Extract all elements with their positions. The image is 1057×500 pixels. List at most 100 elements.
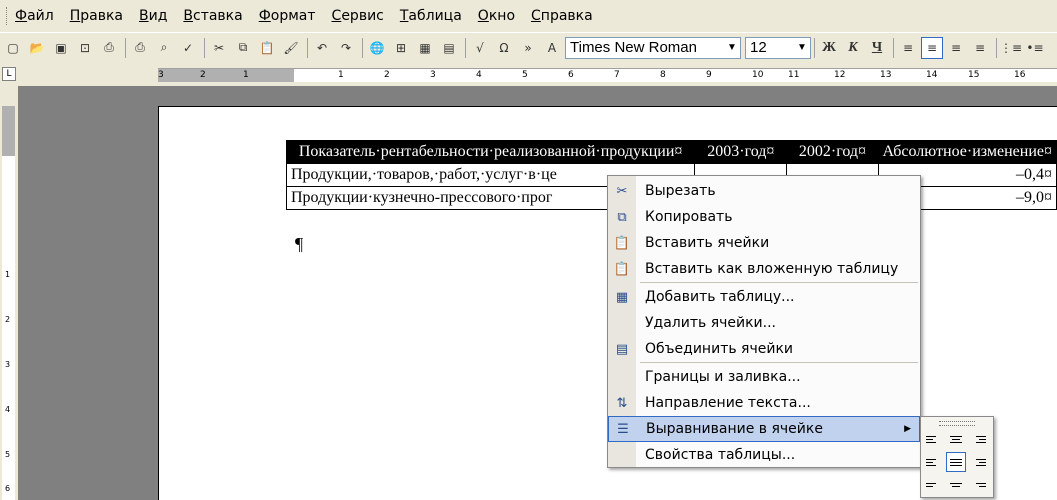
- menu-item-label: Направление текста...: [645, 395, 811, 411]
- numbering-icon[interactable]: ⋮≡: [1000, 37, 1022, 59]
- ruler-tick: 2: [200, 70, 206, 80]
- merge-cells-icon: ▤: [615, 341, 629, 357]
- toolbar-separator: [893, 37, 894, 58]
- table-header-cell[interactable]: 2002·год¤: [786, 140, 879, 164]
- ruler-tick: 16: [1014, 70, 1026, 80]
- cut-icon[interactable]: ✂: [208, 37, 230, 59]
- vruler-tick: 3: [5, 360, 11, 369]
- toolbar-separator: [362, 37, 363, 58]
- align-middle-center-icon[interactable]: [946, 452, 966, 472]
- vruler-tick: 4: [5, 405, 11, 414]
- toolbar-separator: [204, 37, 205, 58]
- new-document-icon[interactable]: ▢: [2, 37, 24, 59]
- align-top-right-icon[interactable]: [969, 429, 989, 449]
- open-folder-icon[interactable]: 📂: [26, 37, 48, 59]
- menu-edit[interactable]: Правка: [68, 6, 125, 26]
- bold-button[interactable]: Ж: [818, 37, 840, 59]
- vruler-tick: 1: [5, 270, 11, 279]
- menu-item-paste-nested[interactable]: 📋 Вставить как вложенную таблицу: [608, 256, 920, 282]
- copy-icon[interactable]: ⧉: [232, 37, 254, 59]
- align-top-left-icon[interactable]: [923, 429, 943, 449]
- menu-item-add-table[interactable]: ▦ Добавить таблицу...: [608, 284, 920, 310]
- menu-item-borders-shading[interactable]: Границы и заливка...: [608, 364, 920, 390]
- text-direction-icon: ⇅: [616, 395, 628, 411]
- menu-item-paste-cells[interactable]: 📋 Вставить ячейки: [608, 230, 920, 256]
- align-left-icon[interactable]: ≡: [897, 37, 919, 59]
- omega-symbol-icon[interactable]: Ω: [493, 37, 515, 59]
- vruler-tick: 6: [5, 484, 11, 493]
- preview-icon[interactable]: ⌕: [153, 37, 175, 59]
- align-right-icon[interactable]: ≡: [945, 37, 967, 59]
- font-name-combo[interactable]: Times New Roman ▼: [565, 36, 741, 59]
- paste-icon[interactable]: 📋: [256, 37, 278, 59]
- print-preview-icon[interactable]: ⎙: [98, 37, 120, 59]
- menu-table[interactable]: Таблица: [398, 6, 464, 26]
- vruler-tick: 2: [5, 315, 11, 324]
- equation-icon[interactable]: √: [469, 37, 491, 59]
- menu-window[interactable]: Окно: [476, 6, 517, 26]
- bullets-icon[interactable]: •≡: [1024, 37, 1046, 59]
- menu-item-label: Удалить ячейки...: [645, 315, 777, 331]
- vruler-tick: 5: [5, 450, 11, 459]
- print-icon[interactable]: ⎙: [129, 37, 151, 59]
- cell-alignment-palette: [920, 416, 994, 498]
- toolbar-separator: [307, 37, 308, 58]
- align-center-icon[interactable]: ≡: [921, 36, 943, 59]
- menu-item-table-properties[interactable]: Свойства таблицы...: [608, 442, 920, 468]
- align-middle-right-icon[interactable]: [969, 452, 989, 472]
- ruler-tick: 1: [338, 70, 344, 80]
- justify-icon[interactable]: ≡: [969, 37, 991, 59]
- menu-item-label: Выравнивание в ячейке: [646, 421, 823, 437]
- format-painter-icon[interactable]: 🖌: [280, 37, 302, 59]
- align-middle-left-icon[interactable]: [923, 452, 943, 472]
- menu-item-merge-cells[interactable]: ▤ Объединить ячейки: [608, 336, 920, 362]
- palette-grip[interactable]: [939, 421, 975, 426]
- menu-view[interactable]: Вид: [137, 6, 169, 26]
- menu-item-delete-cells[interactable]: Удалить ячейки...: [608, 310, 920, 336]
- insert-table-icon[interactable]: ▦: [414, 37, 436, 59]
- toolbar-separator: [814, 37, 815, 58]
- align-bottom-left-icon[interactable]: [923, 475, 943, 495]
- ruler-tick: 1: [243, 70, 249, 80]
- redo-icon[interactable]: ↷: [335, 37, 357, 59]
- save-icon[interactable]: ▣: [50, 37, 72, 59]
- hyperlink-icon[interactable]: 🌐: [366, 37, 388, 59]
- align-bottom-right-icon[interactable]: [969, 475, 989, 495]
- table-header-cell[interactable]: Показатель·рентабельности·реализованной·…: [285, 140, 696, 164]
- toolbar-options-icon[interactable]: »: [517, 37, 539, 59]
- tab-selector[interactable]: L: [2, 67, 16, 81]
- undo-icon[interactable]: ↶: [311, 37, 333, 59]
- insert-excel-icon[interactable]: ▤: [438, 37, 460, 59]
- menu-format[interactable]: Формат: [257, 6, 318, 26]
- font-size-combo[interactable]: 12 ▼: [745, 36, 811, 59]
- align-bottom-center-icon[interactable]: [946, 475, 966, 495]
- horizontal-ruler[interactable]: 3 2 1 1 2 3 4 5 6 7 8 9 10 11 12 13 14 1…: [158, 68, 1057, 82]
- font-size-value: 12: [750, 39, 767, 56]
- table-header-cell[interactable]: Абсолютное·изменение¤: [877, 140, 1057, 164]
- italic-button[interactable]: К: [842, 37, 864, 59]
- toolbar-separator: [465, 37, 466, 58]
- spelling-icon[interactable]: ✓: [177, 37, 199, 59]
- align-top-center-icon[interactable]: [946, 429, 966, 449]
- menu-file[interactable]: Файл: [13, 6, 56, 26]
- menu-item-cut[interactable]: ✂ Вырезать: [608, 178, 920, 204]
- vertical-ruler[interactable]: 1 2 3 4 5 6: [0, 86, 18, 500]
- styles-icon[interactable]: A: [541, 37, 563, 59]
- chevron-down-icon[interactable]: ▼: [724, 38, 740, 58]
- ruler-bar: L 3 2 1 1 2 3 4 5 6 7 8 9 10 11 12 13 14…: [0, 62, 1057, 86]
- paste-nested-icon: 📋: [613, 261, 631, 277]
- ruler-tick: 3: [158, 70, 164, 80]
- tables-borders-icon[interactable]: ⊞: [390, 37, 412, 59]
- menu-item-text-direction[interactable]: ⇅ Направление текста...: [608, 390, 920, 416]
- menubar-grip[interactable]: [6, 7, 9, 25]
- table-header-cell[interactable]: 2003·год¤: [694, 140, 788, 164]
- cell-align-icon: ☰: [617, 421, 629, 437]
- menu-tools[interactable]: Сервис: [330, 6, 386, 26]
- menu-item-cell-alignment[interactable]: ☰ Выравнивание в ячейке ▶: [608, 416, 920, 442]
- menu-item-copy[interactable]: ⧉ Копировать: [608, 204, 920, 230]
- chevron-down-icon[interactable]: ▼: [794, 38, 810, 58]
- underline-button[interactable]: Ч: [866, 37, 888, 59]
- menu-insert[interactable]: Вставка: [181, 6, 244, 26]
- menu-help[interactable]: Справка: [529, 6, 595, 26]
- permission-icon[interactable]: ⊡: [74, 37, 96, 59]
